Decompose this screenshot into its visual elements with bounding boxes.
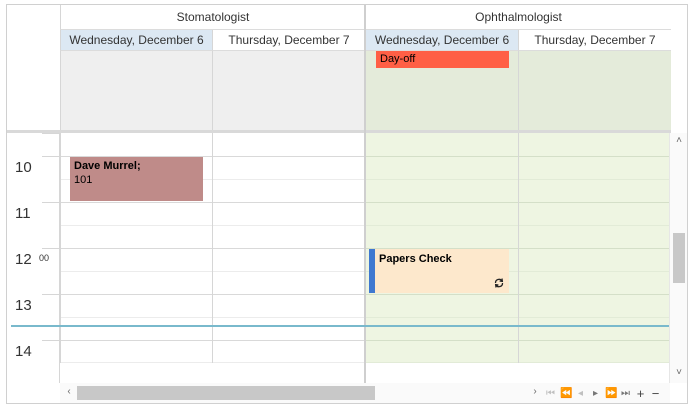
vertical-scrollbar[interactable]: ˄ ˅ bbox=[669, 133, 687, 383]
resource-navigator: ⏮ ⏪ ◂ ▸ ⏩ ⏭ + − bbox=[545, 383, 661, 403]
day-column-ophthalmologist-thu[interactable] bbox=[518, 133, 671, 363]
next-page-icon[interactable]: ⏩ bbox=[605, 388, 617, 399]
time-ruler: 10 11 12 00 13 14 bbox=[7, 133, 60, 383]
date-label: Thursday, December 7 bbox=[228, 33, 350, 47]
appointment-dave-murrel[interactable]: Dave Murrel; 101 bbox=[70, 157, 203, 201]
add-icon[interactable]: + bbox=[635, 386, 646, 401]
appointment-accent-bar bbox=[369, 249, 375, 293]
previous-icon[interactable]: ◂ bbox=[575, 388, 586, 399]
recurrence-icon bbox=[493, 276, 505, 288]
time-tick bbox=[42, 294, 60, 295]
current-time-indicator bbox=[11, 325, 671, 327]
allday-cell-ophthalmologist-thu[interactable] bbox=[518, 51, 671, 130]
time-tick bbox=[42, 202, 60, 203]
date-header-ophthalmologist-wed[interactable]: Wednesday, December 6 bbox=[365, 30, 518, 51]
corner-cell bbox=[7, 5, 60, 130]
vertical-scroll-thumb[interactable] bbox=[673, 233, 685, 283]
day-column-stomatologist-thu[interactable] bbox=[212, 133, 365, 363]
hour-label-13: 13 bbox=[15, 297, 32, 314]
scroll-up-icon[interactable]: ˄ bbox=[670, 135, 687, 146]
resource-label: Ophthalmologist bbox=[475, 10, 562, 24]
minute-label-00: 00 bbox=[39, 253, 50, 263]
hour-label-14: 14 bbox=[15, 343, 32, 360]
event-label: Day-off bbox=[380, 53, 416, 65]
hour-label-11: 11 bbox=[15, 205, 31, 222]
scroll-down-icon[interactable]: ˅ bbox=[670, 367, 687, 378]
time-tick bbox=[42, 133, 60, 134]
previous-page-icon[interactable]: ⏪ bbox=[560, 388, 572, 399]
last-page-icon[interactable]: ⏭ bbox=[620, 388, 631, 399]
horizontal-scroll-thumb[interactable] bbox=[77, 386, 375, 400]
scheduler: Stomatologist Ophthalmologist Wednesday,… bbox=[6, 4, 688, 404]
date-header-stomatologist-wed[interactable]: Wednesday, December 6 bbox=[60, 30, 212, 51]
resource-header-stomatologist[interactable]: Stomatologist bbox=[60, 5, 365, 30]
scroll-left-icon[interactable]: ‹ bbox=[60, 386, 78, 397]
appointment-papers-check[interactable]: Papers Check bbox=[369, 249, 509, 293]
time-tick bbox=[42, 340, 60, 341]
allday-cell-stomatologist-wed[interactable] bbox=[60, 51, 212, 130]
resource-label: Stomatologist bbox=[176, 10, 250, 24]
date-header-stomatologist-thu[interactable]: Thursday, December 7 bbox=[212, 30, 365, 51]
day-column-ophthalmologist-wed[interactable] bbox=[365, 133, 518, 363]
time-tick bbox=[42, 248, 60, 249]
appointment-subtitle: 101 bbox=[74, 174, 93, 186]
allday-event-dayoff[interactable]: Day-off bbox=[376, 51, 509, 68]
hour-label-10: 10 bbox=[15, 159, 32, 176]
appointment-title: Papers Check bbox=[379, 253, 452, 265]
first-page-icon[interactable]: ⏮ bbox=[545, 388, 556, 399]
scroll-right-icon[interactable]: › bbox=[526, 386, 544, 397]
time-tick bbox=[42, 156, 60, 157]
date-header-ophthalmologist-thu[interactable]: Thursday, December 7 bbox=[518, 30, 671, 51]
appointment-title: Dave Murrel; bbox=[74, 160, 141, 172]
remove-icon[interactable]: − bbox=[650, 386, 661, 401]
next-icon[interactable]: ▸ bbox=[590, 388, 601, 399]
resource-header-ophthalmologist[interactable]: Ophthalmologist bbox=[365, 5, 671, 30]
allday-cell-stomatologist-thu[interactable] bbox=[212, 51, 365, 130]
date-label: Thursday, December 7 bbox=[534, 33, 656, 47]
date-label: Wednesday, December 6 bbox=[69, 33, 204, 47]
date-label: Wednesday, December 6 bbox=[374, 33, 510, 47]
